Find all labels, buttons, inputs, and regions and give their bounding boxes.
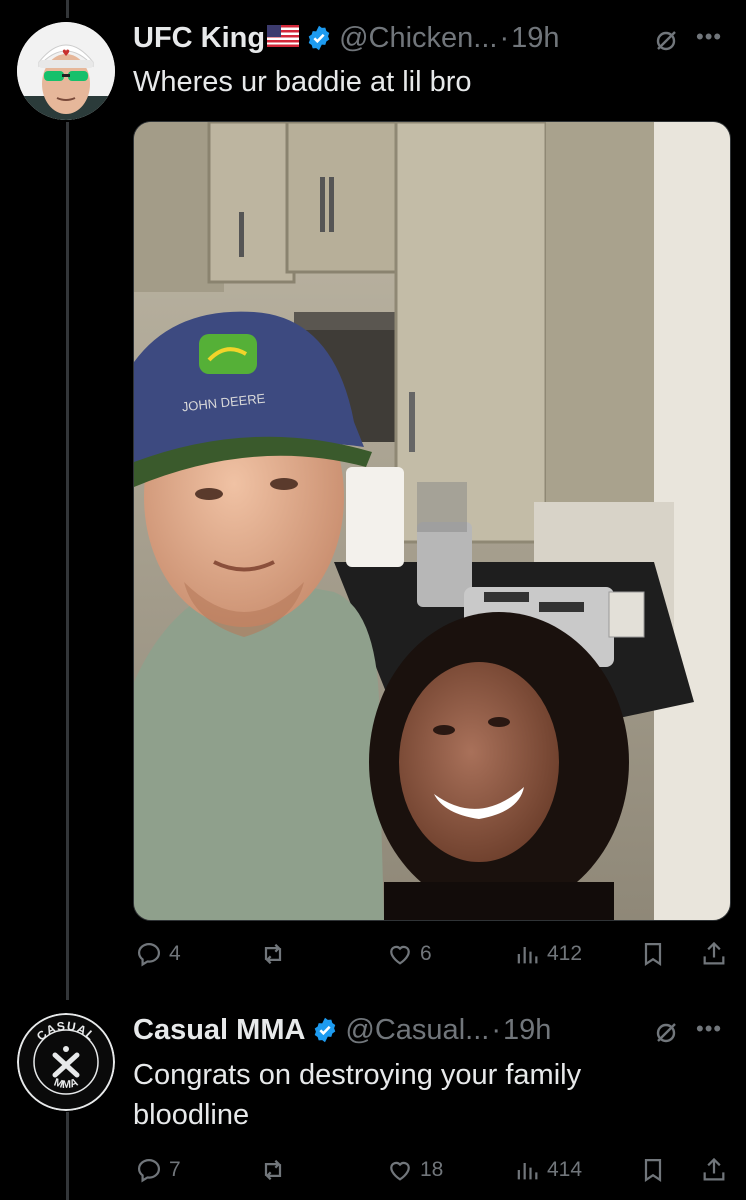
- verified-icon: [305, 24, 333, 52]
- retweet-icon: [264, 943, 282, 965]
- tweet-2-header: Casual MMA @Casual... · 19h: [133, 1010, 551, 1050]
- like-count: 18: [420, 1158, 444, 1181]
- reply-button[interactable]: 7: [135, 1156, 181, 1184]
- tweet-1-actions: 4 6 412: [133, 934, 728, 974]
- avatar-casual-mma[interactable]: CASUAL MMA: [17, 1013, 115, 1111]
- thread-line-top: [66, 0, 69, 18]
- share-icon: [703, 941, 725, 965]
- svg-text:♥: ♥: [62, 49, 70, 59]
- more-icon[interactable]: •••: [696, 24, 722, 50]
- like-icon: [390, 1161, 410, 1181]
- retweet-button[interactable]: [259, 940, 293, 968]
- avatar-ufc-king[interactable]: ♥: [17, 22, 115, 120]
- grok-icon[interactable]: [654, 1019, 680, 1045]
- views-icon: [517, 1163, 538, 1180]
- share-button[interactable]: [700, 1156, 728, 1184]
- like-icon: [390, 945, 410, 965]
- reply-button[interactable]: 4: [135, 940, 181, 968]
- bookmark-icon: [644, 942, 662, 966]
- separator-dot: ·: [491, 1013, 501, 1046]
- retweet-button[interactable]: [259, 1156, 293, 1184]
- more-icon[interactable]: •••: [696, 1016, 722, 1042]
- us-flag-icon: [267, 24, 300, 52]
- reply-count: 4: [169, 942, 181, 965]
- retweet-icon: [264, 1159, 282, 1181]
- verified-icon: [311, 1016, 339, 1044]
- reply-icon: [137, 1158, 161, 1183]
- bookmark-button[interactable]: [639, 940, 667, 968]
- views-button[interactable]: 412: [513, 940, 582, 968]
- share-button[interactable]: [700, 940, 728, 968]
- like-button[interactable]: 6: [386, 940, 432, 968]
- reply-icon: [137, 942, 161, 967]
- grok-icon[interactable]: [654, 27, 680, 53]
- share-icon: [703, 1157, 725, 1181]
- author-name[interactable]: UFC King: [133, 22, 265, 55]
- separator-dot: ·: [499, 21, 510, 54]
- tweet-time[interactable]: 19h: [511, 22, 559, 55]
- views-button[interactable]: 414: [513, 1156, 582, 1184]
- reply-count: 7: [169, 1158, 181, 1181]
- author-handle[interactable]: @Casual...: [345, 1014, 489, 1047]
- thread-line-bottom: [66, 1112, 69, 1200]
- author-name[interactable]: Casual MMA: [133, 1014, 305, 1047]
- bookmark-icon: [644, 1158, 662, 1182]
- tweet-text: Wheres ur baddie at lil bro: [133, 66, 472, 98]
- bookmark-button[interactable]: [639, 1156, 667, 1184]
- tweet-2-actions: 7 18 414: [133, 1150, 728, 1190]
- like-count: 6: [420, 942, 432, 965]
- views-icon: [517, 947, 538, 964]
- author-handle[interactable]: @Chicken...: [339, 22, 497, 55]
- like-button[interactable]: 18: [386, 1156, 443, 1184]
- tweet-time[interactable]: 19h: [503, 1014, 551, 1047]
- thread-line-mid: [66, 122, 69, 1000]
- tweet-text: Congrats on destroying your family blood…: [133, 1059, 582, 1131]
- views-count: 414: [547, 1158, 583, 1181]
- tweet-media-photo[interactable]: JOHN DEERE: [133, 121, 731, 921]
- views-count: 412: [547, 942, 583, 965]
- tweet-1-header: UFC King @Chicken... · 19h: [133, 18, 560, 58]
